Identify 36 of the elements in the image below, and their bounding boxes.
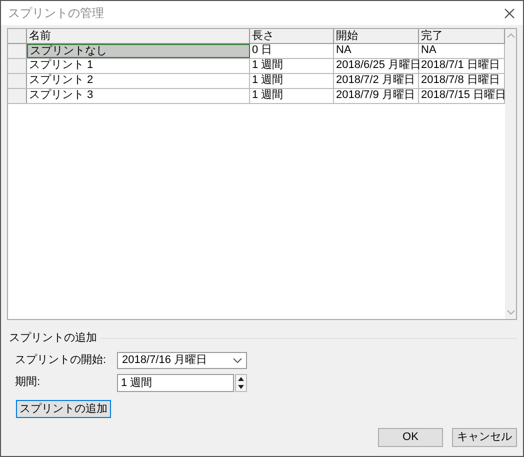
table-cell: 1 週間 (250, 74, 334, 88)
section-title: スプリントの追加 (9, 330, 97, 346)
close-icon[interactable] (504, 8, 515, 18)
table-cell: 1 週間 (250, 59, 334, 73)
scroll-down-icon[interactable] (506, 310, 514, 315)
window-title: スプリントの管理 (8, 5, 104, 22)
start-date-dropdown[interactable]: 2018/7/16 月曜日 (117, 352, 247, 368)
table-cell: スプリントなし (27, 44, 250, 58)
column-header[interactable]: 開始 (334, 29, 419, 43)
start-label: スプリントの開始: (15, 352, 108, 368)
dialog-button[interactable]: OK (378, 428, 443, 447)
table-cell: 2018/7/9 月曜日 (334, 89, 419, 103)
add-sprint-button[interactable]: スプリントの追加 (16, 400, 111, 418)
row-header[interactable] (8, 74, 27, 88)
scrollbar[interactable] (505, 29, 516, 319)
table-cell: スプリント 3 (27, 89, 250, 103)
column-header[interactable]: 長さ (250, 29, 334, 43)
up-arrow-icon[interactable] (238, 376, 244, 380)
row-header[interactable] (8, 44, 27, 58)
down-arrow-icon[interactable] (238, 384, 244, 388)
table-cell: 1 週間 (250, 89, 334, 103)
dialog-button[interactable]: キャンセル (452, 428, 517, 447)
table-cell: スプリント 2 (27, 74, 250, 88)
table-cell: 2018/7/2 月曜日 (334, 74, 419, 88)
row-header[interactable] (8, 59, 27, 73)
table-cell: 0 日 (250, 44, 334, 58)
scroll-up-icon[interactable] (506, 33, 514, 38)
row-header[interactable] (8, 89, 27, 103)
table-cell: 2018/6/25 月曜日 (334, 59, 419, 73)
table-cell: スプリント 1 (27, 59, 250, 73)
chevron-down-icon (233, 358, 242, 362)
table-cell: NA (334, 44, 419, 58)
duration-field[interactable]: 1 週間 (117, 374, 234, 392)
duration-label: 期間: (15, 375, 42, 390)
column-header[interactable]: 名前 (27, 29, 250, 43)
duration-spinner[interactable] (235, 374, 247, 392)
